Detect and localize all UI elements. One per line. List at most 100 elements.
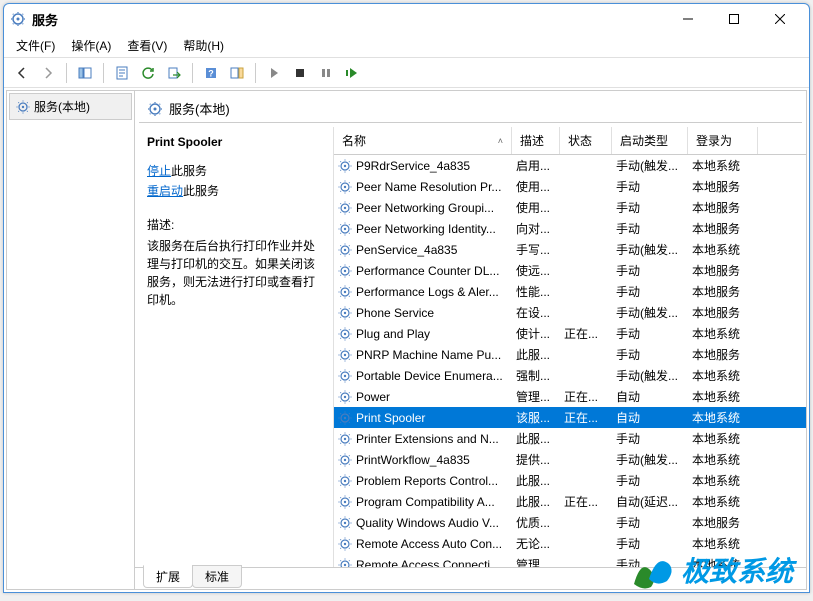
service-icon xyxy=(338,201,352,215)
cell-name: PenService_4a835 xyxy=(334,241,512,259)
cell-status xyxy=(560,521,612,525)
cell-startup: 自动 xyxy=(612,407,688,428)
forward-button[interactable] xyxy=(36,61,60,85)
column-logon-as[interactable]: 登录为 xyxy=(688,127,758,154)
service-row[interactable]: Phone Service在设...手动(触发...本地服务 xyxy=(334,302,806,323)
restart-suffix: 此服务 xyxy=(183,184,219,198)
restart-service-link[interactable]: 重启动 xyxy=(147,184,183,198)
tab-standard[interactable]: 标准 xyxy=(192,565,242,588)
cell-name: PrintWorkflow_4a835 xyxy=(334,451,512,469)
service-row[interactable]: Performance Counter DL...使远...手动本地服务 xyxy=(334,260,806,281)
service-row[interactable]: Peer Networking Groupi...使用...手动本地服务 xyxy=(334,197,806,218)
services-window: 服务 文件(F) 操作(A) 查看(V) 帮助(H) ? xyxy=(3,3,810,593)
service-row[interactable]: Quality Windows Audio V...优质...手动本地服务 xyxy=(334,512,806,533)
column-status[interactable]: 状态 xyxy=(560,127,612,154)
cell-name: Phone Service xyxy=(334,304,512,322)
cell-desc: 在设... xyxy=(512,302,560,323)
cell-logon: 本地服务 xyxy=(688,176,758,197)
cell-status xyxy=(560,248,612,252)
service-row[interactable]: PrintWorkflow_4a835提供...手动(触发...本地系统 xyxy=(334,449,806,470)
service-row[interactable]: Peer Networking Identity...向对...手动本地服务 xyxy=(334,218,806,239)
toolbar: ? xyxy=(4,58,809,88)
service-row[interactable]: Printer Extensions and N...此服...手动本地系统 xyxy=(334,428,806,449)
cell-startup: 手动 xyxy=(612,260,688,281)
gear-icon xyxy=(16,100,30,114)
cell-name: Peer Networking Groupi... xyxy=(334,199,512,217)
service-row[interactable]: Performance Logs & Aler...性能...手动本地服务 xyxy=(334,281,806,302)
minimize-button[interactable] xyxy=(665,4,711,34)
cell-status: 正在... xyxy=(560,323,612,344)
tab-extended[interactable]: 扩展 xyxy=(143,565,193,588)
cell-logon: 本地服务 xyxy=(688,218,758,239)
cell-desc: 此服... xyxy=(512,470,560,491)
panel-header-title: 服务(本地) xyxy=(169,99,230,118)
service-icon xyxy=(338,180,352,194)
cell-logon: 本地服务 xyxy=(688,197,758,218)
cell-startup: 手动(触发... xyxy=(612,365,688,386)
cell-startup: 自动 xyxy=(612,386,688,407)
refresh-button[interactable] xyxy=(136,61,160,85)
show-hide-tree-button[interactable] xyxy=(73,61,97,85)
service-icon xyxy=(338,369,352,383)
help-button[interactable]: ? xyxy=(199,61,223,85)
service-row[interactable]: Problem Reports Control...此服...手动本地系统 xyxy=(334,470,806,491)
column-name[interactable]: 名称 xyxy=(334,127,512,154)
cell-status xyxy=(560,458,612,462)
service-icon xyxy=(338,453,352,467)
service-icon xyxy=(338,537,352,551)
list-body[interactable]: P9RdrService_4a835启用...手动(触发...本地系统Peer … xyxy=(334,155,806,567)
menu-action[interactable]: 操作(A) xyxy=(63,34,119,57)
cell-startup: 手动 xyxy=(612,344,688,365)
separator xyxy=(103,63,104,83)
detail-pane: Print Spooler 停止此服务 重启动此服务 描述: 该服务在后台执行打… xyxy=(135,127,333,567)
cell-desc: 管理... xyxy=(512,554,560,567)
cell-name: Print Spooler xyxy=(334,409,512,427)
stop-service-button[interactable] xyxy=(288,61,312,85)
service-row[interactable]: PNRP Machine Name Pu...此服...手动本地服务 xyxy=(334,344,806,365)
service-row[interactable]: Power管理...正在...自动本地系统 xyxy=(334,386,806,407)
cell-desc: 提供... xyxy=(512,449,560,470)
service-row[interactable]: Plug and Play使计...正在...手动本地系统 xyxy=(334,323,806,344)
service-row[interactable]: Peer Name Resolution Pr...使用...手动本地服务 xyxy=(334,176,806,197)
tree-root-services[interactable]: 服务(本地) xyxy=(9,93,132,120)
cell-name: Peer Name Resolution Pr... xyxy=(334,178,512,196)
restart-service-button[interactable] xyxy=(340,61,364,85)
cell-status xyxy=(560,374,612,378)
cell-status xyxy=(560,290,612,294)
selected-service-name: Print Spooler xyxy=(147,135,321,149)
maximize-button[interactable] xyxy=(711,4,757,34)
column-startup-type[interactable]: 启动类型 xyxy=(612,127,688,154)
service-row[interactable]: Program Compatibility A...此服...正在...自动(延… xyxy=(334,491,806,512)
menu-file[interactable]: 文件(F) xyxy=(8,34,63,57)
close-button[interactable] xyxy=(757,4,803,34)
service-icon xyxy=(338,411,352,425)
service-icon xyxy=(338,474,352,488)
service-icon xyxy=(338,285,352,299)
service-row[interactable]: Print Spooler该服...正在...自动本地系统 xyxy=(334,407,806,428)
pause-service-button[interactable] xyxy=(314,61,338,85)
cell-desc: 此服... xyxy=(512,428,560,449)
menu-help[interactable]: 帮助(H) xyxy=(175,34,232,57)
cell-name: P9RdrService_4a835 xyxy=(334,157,512,175)
service-row[interactable]: P9RdrService_4a835启用...手动(触发...本地系统 xyxy=(334,155,806,176)
cell-status: 正在... xyxy=(560,407,612,428)
service-row[interactable]: Portable Device Enumera...强制...手动(触发...本… xyxy=(334,365,806,386)
cell-status: 正在... xyxy=(560,491,612,512)
service-icon xyxy=(338,243,352,257)
menubar: 文件(F) 操作(A) 查看(V) 帮助(H) xyxy=(4,34,809,58)
properties-button[interactable] xyxy=(110,61,134,85)
start-service-button[interactable] xyxy=(262,61,286,85)
menu-view[interactable]: 查看(V) xyxy=(119,34,175,57)
stop-service-link[interactable]: 停止 xyxy=(147,164,171,178)
service-row[interactable]: PenService_4a835手写...手动(触发...本地系统 xyxy=(334,239,806,260)
export-button[interactable] xyxy=(162,61,186,85)
back-button[interactable] xyxy=(10,61,34,85)
cell-logon: 本地系统 xyxy=(688,239,758,260)
column-description[interactable]: 描述 xyxy=(512,127,560,154)
cell-logon: 本地服务 xyxy=(688,302,758,323)
action-pane-button[interactable] xyxy=(225,61,249,85)
service-icon xyxy=(338,495,352,509)
cell-name: Portable Device Enumera... xyxy=(334,367,512,385)
cell-startup: 手动 xyxy=(612,281,688,302)
right-panel: 服务(本地) Print Spooler 停止此服务 重启动此服务 描述: 该服… xyxy=(135,91,806,589)
